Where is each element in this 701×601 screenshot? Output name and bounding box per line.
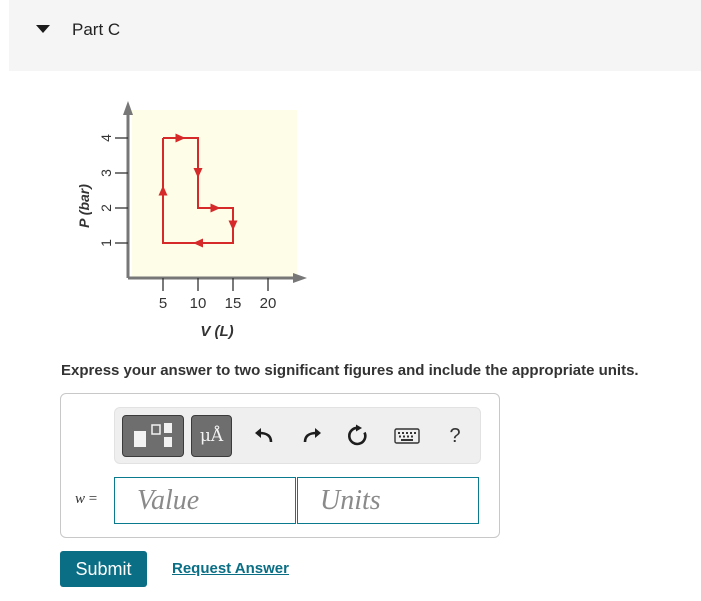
part-header[interactable]: Part C [9, 0, 701, 71]
plot-background [132, 110, 297, 278]
collapse-caret-icon[interactable] [36, 25, 50, 33]
x-tick-label: 10 [190, 295, 207, 312]
reset-icon[interactable] [344, 422, 372, 450]
redo-icon[interactable] [298, 422, 326, 450]
units-input[interactable]: Units [297, 477, 479, 524]
instruction-text: Express your answer to two significant f… [61, 362, 639, 379]
y-tick-label: 3 [98, 169, 114, 177]
y-tick-label: 4 [98, 134, 114, 142]
template-button[interactable] [122, 415, 184, 457]
units-button[interactable]: μÅ [191, 415, 232, 457]
equals-sign: = [88, 491, 98, 507]
part-title: Part C [72, 20, 121, 39]
x-axis-label: V (L) [200, 323, 233, 340]
value-placeholder: Value [137, 485, 200, 516]
units-button-label: μÅ [199, 426, 224, 446]
units-placeholder: Units [320, 485, 381, 516]
variable-label: w = [75, 491, 97, 508]
answer-panel: μÅ ? w = Value Units [60, 393, 500, 538]
request-answer-link[interactable]: Request Answer [172, 560, 289, 577]
help-button[interactable]: ? [441, 422, 469, 450]
y-tick-label: 1 [98, 239, 114, 247]
template-icon [134, 423, 172, 447]
pv-chart-svg: 1 2 3 4 5 10 15 20 P (bar) V (L) [76, 101, 307, 340]
math-toolbar: μÅ ? [114, 407, 481, 464]
x-tick-label: 15 [225, 295, 242, 312]
variable-name: w [75, 491, 86, 507]
keyboard-icon[interactable] [392, 422, 422, 450]
submit-button[interactable]: Submit [60, 551, 147, 587]
y-tick-label: 2 [98, 204, 114, 212]
pv-diagram: 1 2 3 4 5 10 15 20 P (bar) V (L) [64, 86, 324, 351]
x-tick-label: 20 [260, 295, 277, 312]
help-icon: ? [449, 424, 461, 447]
y-axis-arrow [123, 101, 133, 115]
x-tick-label: 5 [159, 295, 167, 312]
x-axis-arrow [293, 273, 307, 283]
undo-icon[interactable] [250, 422, 278, 450]
value-input[interactable]: Value [114, 477, 296, 524]
y-axis-label: P (bar) [76, 184, 92, 228]
